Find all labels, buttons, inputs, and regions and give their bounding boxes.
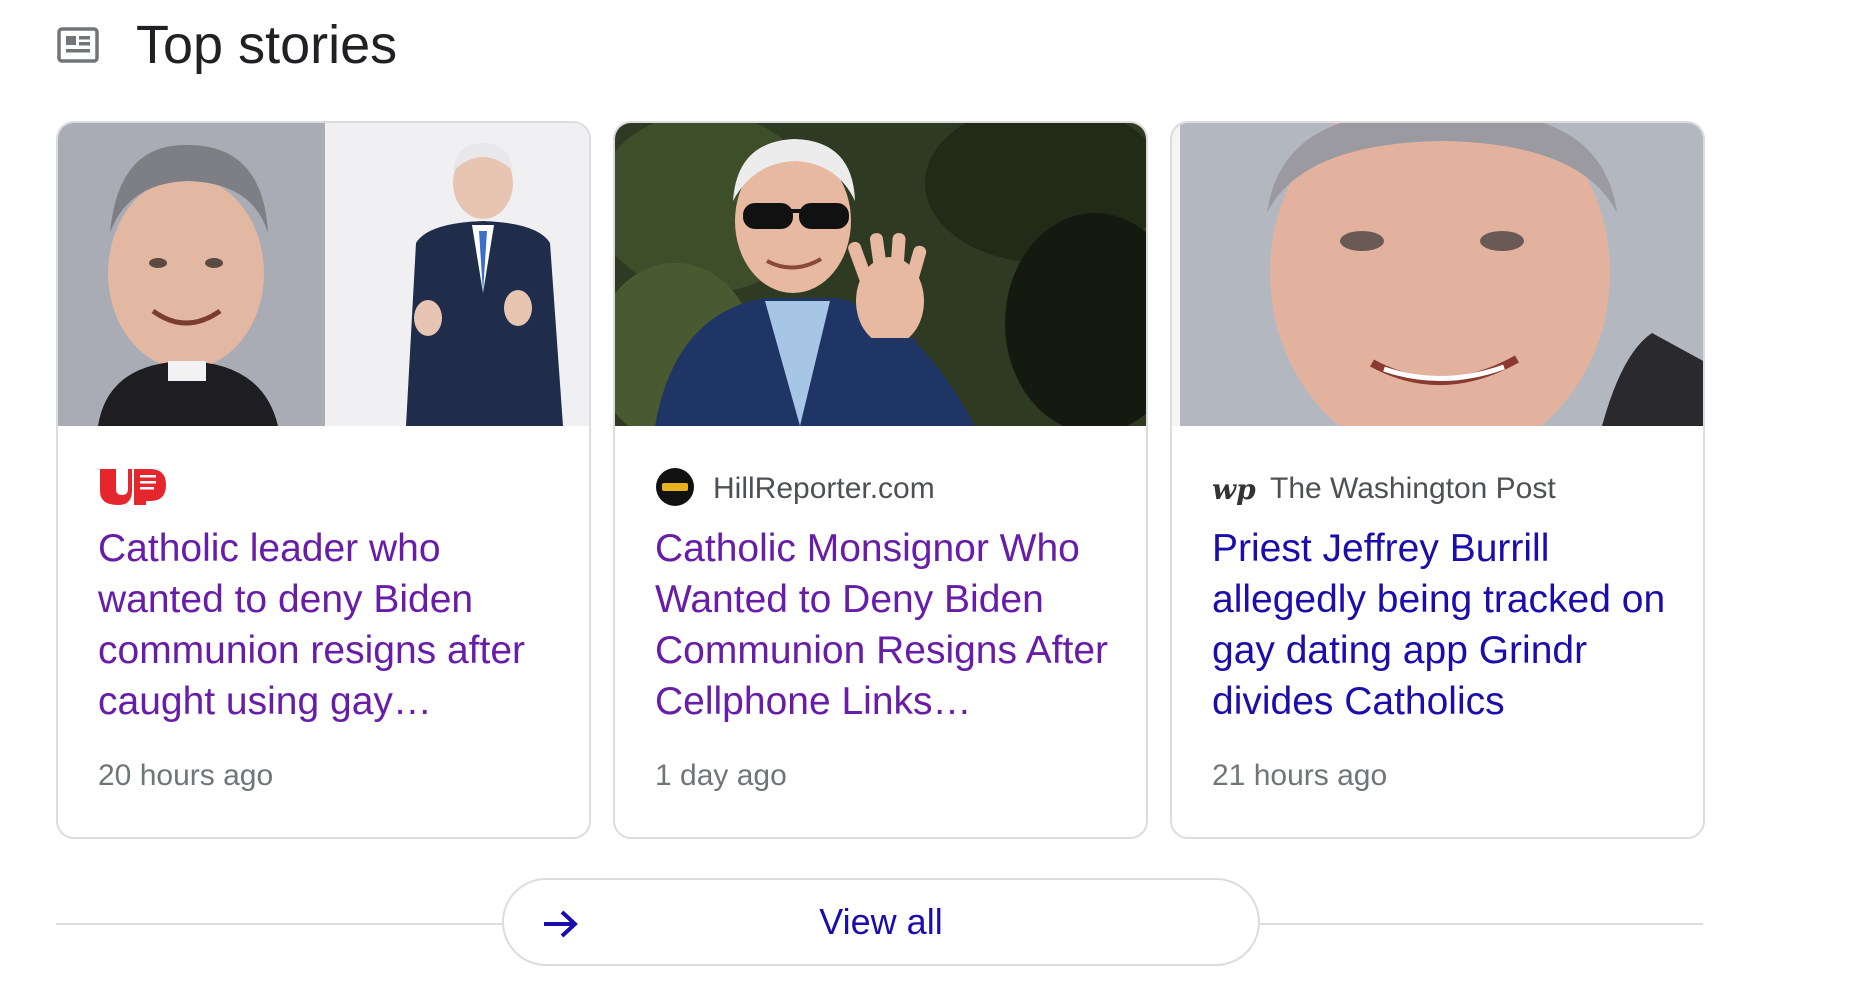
story-headline-link[interactable]: Catholic leader who wanted to deny Biden… [98, 523, 558, 727]
story-headline-link[interactable]: Priest Jeffrey Burrill allegedly being t… [1212, 523, 1672, 727]
story-timestamp: 1 day ago [655, 759, 787, 792]
view-all-label: View all [819, 901, 943, 942]
washington-post-logo-icon: wp [1212, 472, 1256, 506]
story-card[interactable]: Catholic leader who wanted to deny Biden… [56, 121, 591, 839]
arrow-right-icon [538, 902, 582, 946]
top-stories-header: Top stories [56, 10, 397, 80]
hillreporter-logo-icon [655, 467, 695, 512]
news-icon [56, 23, 100, 67]
section-title: Top stories [136, 15, 398, 75]
story-timestamp: 20 hours ago [98, 759, 274, 792]
story-source: wp The Washington Post [1212, 463, 1556, 515]
upworthy-logo-icon [98, 467, 168, 512]
story-card[interactable]: HillReporter.com Catholic Monsignor Who … [613, 121, 1148, 839]
source-name: The Washington Post [1270, 472, 1556, 505]
view-all-button[interactable]: View all [502, 878, 1260, 966]
divider-right [1260, 923, 1703, 925]
story-thumbnail [615, 123, 1146, 426]
story-carousel: Catholic leader who wanted to deny Biden… [56, 121, 1705, 839]
top-stories-page: Top stories Catholic leader who wanted t… [0, 0, 1866, 992]
story-source: HillReporter.com [655, 463, 935, 515]
divider-left [56, 923, 502, 925]
story-thumbnail [1172, 123, 1703, 426]
story-thumbnail [58, 123, 589, 426]
story-timestamp: 21 hours ago [1212, 759, 1388, 792]
story-card[interactable]: wp The Washington Post Priest Jeffrey Bu… [1170, 121, 1705, 839]
story-headline-link[interactable]: Catholic Monsignor Who Wanted to Deny Bi… [655, 523, 1115, 727]
source-name: HillReporter.com [713, 472, 935, 505]
story-source [98, 463, 186, 515]
